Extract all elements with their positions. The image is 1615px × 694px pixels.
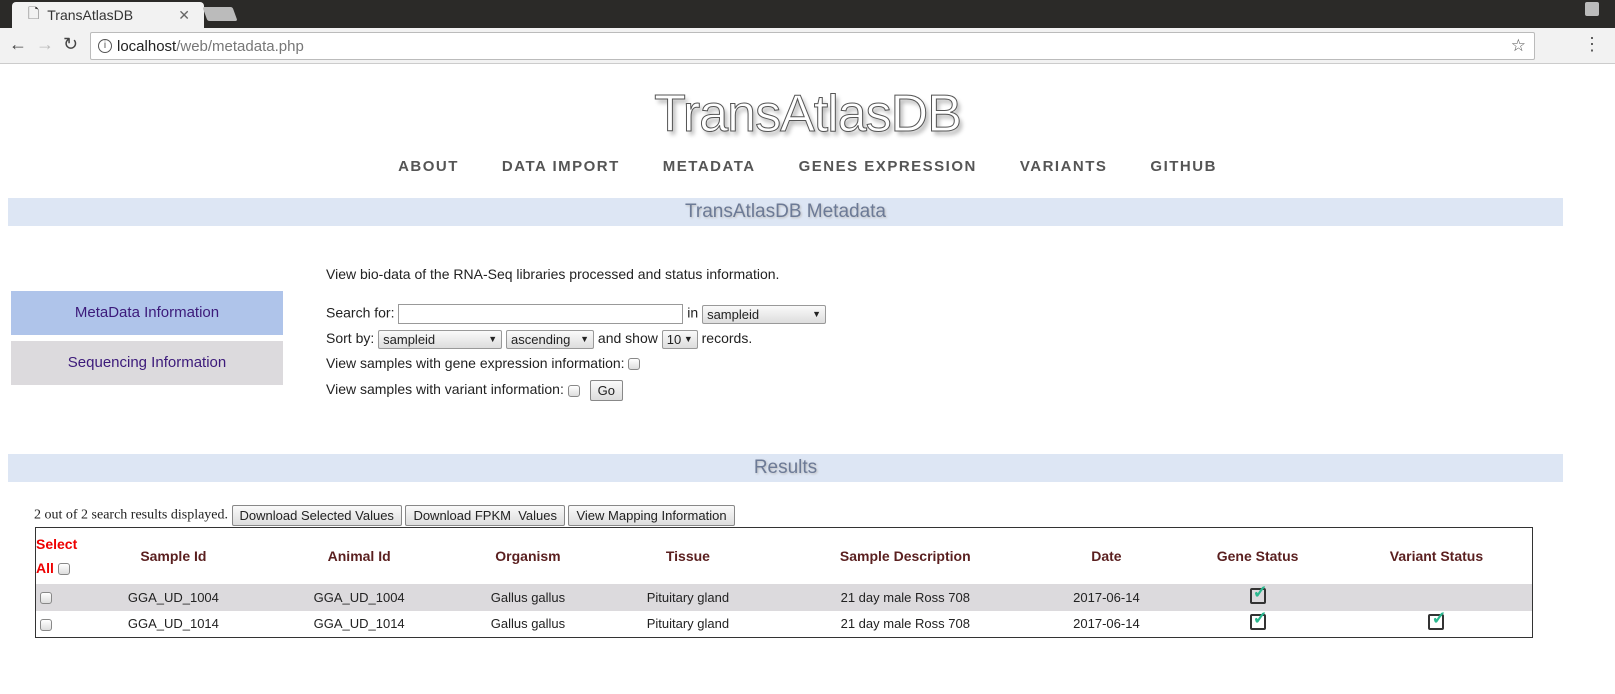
row-checkbox[interactable] bbox=[40, 618, 52, 631]
row-checkbox[interactable] bbox=[40, 592, 52, 605]
show-count-select[interactable]: 10 bbox=[661, 330, 698, 349]
gene-filter-checkbox[interactable] bbox=[628, 358, 641, 371]
intro-text: View bio-data of the RNA-Seq libraries p… bbox=[326, 266, 780, 282]
table-cell: Pituitary gland bbox=[603, 583, 772, 611]
col-sample-id[interactable]: Sample Id bbox=[81, 528, 267, 584]
col-variant-status[interactable]: Variant Status bbox=[1341, 528, 1533, 584]
nav-data-import[interactable]: DATA IMPORT bbox=[502, 158, 620, 175]
col-gene-status[interactable]: Gene Status bbox=[1174, 528, 1341, 584]
sort-field-value: sampleid bbox=[383, 332, 436, 347]
url-path: /web/metadata.php bbox=[176, 37, 304, 55]
gene-status-cell bbox=[1174, 582, 1341, 611]
checked-box-icon bbox=[1249, 582, 1268, 604]
table-cell: 2017-06-14 bbox=[1073, 616, 1140, 632]
nav-variants[interactable]: VARIANTS bbox=[1020, 158, 1108, 175]
search-field-value: sampleid bbox=[707, 306, 760, 322]
table-cell: Pituitary gland bbox=[646, 616, 730, 632]
sidebar-item-sequencing[interactable]: Sequencing Information bbox=[11, 341, 283, 385]
row-select-cell bbox=[36, 611, 81, 638]
profile-icon[interactable] bbox=[1585, 2, 1599, 16]
search-input[interactable] bbox=[398, 304, 684, 324]
table-row: GGA_UD_1014 GGA_UD_1014 Gallus gallus Pitui… bbox=[36, 608, 1533, 638]
table-row: GGA_UD_1004 GGA_UD_1004 Gallus gallus Pitui… bbox=[35, 582, 1533, 611]
url-host: localhost bbox=[117, 37, 177, 55]
results-count: 2 out of 2 search results displayed. bbox=[34, 507, 229, 523]
all-label: All bbox=[36, 559, 54, 576]
in-label: in bbox=[687, 304, 699, 321]
sort-label: Sort by: bbox=[326, 330, 375, 347]
show-label: and show bbox=[597, 330, 658, 347]
records-label: records. bbox=[701, 330, 753, 347]
download-fpkm-button[interactable]: Download FPKM Values bbox=[405, 505, 565, 526]
browser-tab[interactable]: 🗋 TransAtlasDB ✕ bbox=[12, 2, 204, 28]
results-table: Select All Sample Id Animal Id Organism T… bbox=[35, 527, 1533, 638]
new-tab-button[interactable] bbox=[202, 7, 238, 21]
col-tissue[interactable]: Tissue bbox=[604, 528, 772, 584]
bookmark-star-icon[interactable]: ☆ bbox=[1511, 36, 1526, 56]
sort-field-select[interactable]: sampleid bbox=[378, 330, 503, 349]
checked-box-icon bbox=[1249, 608, 1268, 631]
browser-tab-bar: 🗋 TransAtlasDB ✕ bbox=[0, 0, 1615, 28]
table-cell: Gallus gallus bbox=[490, 616, 566, 632]
show-count-value: 10 bbox=[666, 332, 682, 347]
select-all-header: Select All bbox=[36, 528, 81, 584]
gene-filter-label: View samples with gene expression inform… bbox=[326, 355, 625, 371]
table-cell: Gallus gallus bbox=[452, 583, 604, 611]
variant-filter-label: View samples with variant information: bbox=[326, 381, 564, 398]
sidebar-item-metadata[interactable]: MetaData Information bbox=[11, 291, 283, 335]
gene-status-cell bbox=[1174, 608, 1341, 638]
nav-about[interactable]: ABOUT bbox=[398, 158, 459, 175]
table-cell: 21 day male Ross 708 bbox=[840, 616, 970, 632]
checked-box-icon bbox=[1428, 608, 1447, 631]
go-button[interactable]: Go bbox=[589, 380, 623, 401]
col-date[interactable]: Date bbox=[1039, 528, 1175, 584]
sort-order-select[interactable]: ascending bbox=[506, 330, 595, 349]
search-field-select[interactable]: sampleid bbox=[702, 304, 827, 324]
results-bar: 2 out of 2 search results displayed. Dow… bbox=[34, 505, 735, 526]
reload-icon[interactable]: ↻ bbox=[63, 34, 78, 55]
col-organism[interactable]: Organism bbox=[452, 528, 604, 584]
page-icon: 🗋 bbox=[28, 5, 40, 21]
table-cell: 21 day male Ross 708 bbox=[771, 583, 1039, 611]
menu-icon[interactable]: ⋮ bbox=[1583, 34, 1601, 55]
sort-order-value: ascending bbox=[511, 332, 571, 347]
col-animal-id[interactable]: Animal Id bbox=[266, 528, 452, 584]
variant-status-cell bbox=[1341, 608, 1533, 638]
back-icon[interactable]: ← bbox=[9, 34, 27, 55]
results-title: Results bbox=[8, 454, 1563, 482]
download-selected-button[interactable]: Download Selected Values bbox=[231, 505, 402, 526]
close-tab-icon[interactable]: ✕ bbox=[178, 7, 190, 24]
table-cell: GGA_UD_1004 bbox=[80, 583, 267, 611]
variant-status-cell bbox=[1340, 583, 1533, 611]
search-label: Search for: bbox=[326, 304, 395, 321]
address-bar[interactable]: i localhost/web/metadata.php ☆ bbox=[90, 32, 1535, 60]
view-mapping-button[interactable]: View Mapping Information bbox=[568, 505, 735, 526]
nav-metadata[interactable]: METADATA bbox=[663, 158, 756, 175]
section-title: TransAtlasDB Metadata bbox=[8, 198, 1563, 226]
table-cell: GGA_UD_1004 bbox=[266, 583, 453, 611]
variant-filter-checkbox[interactable] bbox=[567, 384, 580, 397]
select-all-checkbox[interactable] bbox=[57, 563, 70, 576]
main-nav: ABOUT DATA IMPORT METADATA GENES EXPRESS… bbox=[0, 158, 1615, 175]
tab-title: TransAtlasDB bbox=[47, 7, 134, 23]
nav-github[interactable]: GITHUB bbox=[1150, 158, 1217, 175]
site-logo: TransAtlasDB bbox=[654, 85, 963, 144]
table-cell: GGA_UD_1014 bbox=[313, 616, 405, 632]
select-label: Select bbox=[36, 535, 78, 552]
nav-genes-expression[interactable]: GENES EXPRESSION bbox=[799, 158, 977, 175]
forward-icon[interactable]: → bbox=[36, 34, 54, 55]
table-cell: GGA_UD_1014 bbox=[127, 616, 219, 632]
row-select-cell bbox=[35, 583, 81, 611]
col-sample-description[interactable]: Sample Description bbox=[772, 528, 1039, 584]
table-cell: 2017-06-14 bbox=[1038, 583, 1175, 611]
info-icon[interactable]: i bbox=[98, 39, 112, 53]
browser-toolbar: ← → ↻ i localhost/web/metadata.php ☆ ⋮ bbox=[0, 28, 1615, 64]
